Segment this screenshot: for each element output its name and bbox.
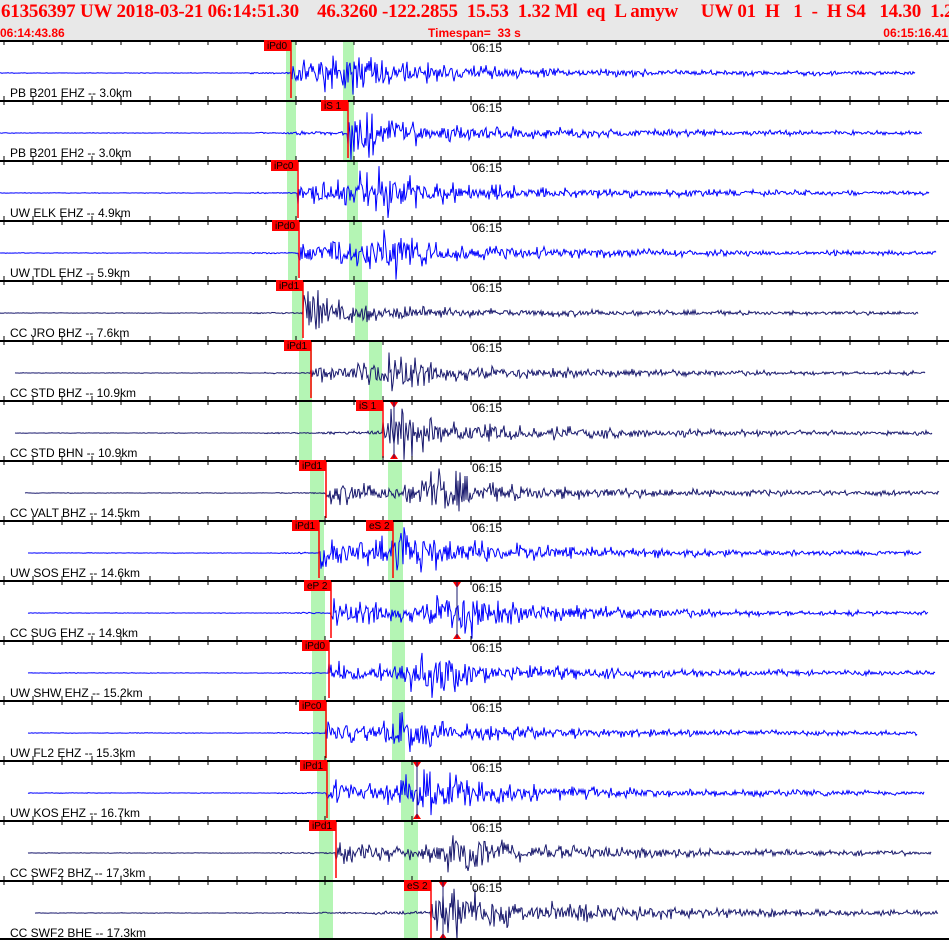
station-label: UW FL2 EHZ -- 15.3km [10, 746, 135, 760]
minute-label: 06:15 [472, 701, 502, 715]
station-label: CC STD BHN -- 10.9km [10, 446, 137, 460]
station-label: CC SWF2 BHZ -- 17.3km [10, 866, 145, 880]
station-row[interactable]: iS 1 06:15 PB B201 EH2 -- 3.0km [0, 96, 949, 160]
waveform-trace [14, 408, 933, 460]
start-time: 06:14:43.86 [0, 26, 65, 40]
waveform-trace [27, 711, 918, 753]
station-label: PB B201 EH2 -- 3.0km [10, 146, 131, 160]
minute-label: 06:15 [472, 341, 502, 355]
station-row[interactable]: iPd1 06:15 CC SWF2 BHZ -- 17.3km [0, 816, 949, 880]
waveform-trace [14, 352, 926, 392]
station-row[interactable]: iPc0 06:15 UW FL2 EHZ -- 15.3km [0, 696, 949, 760]
station-row[interactable]: iPd0 06:15 UW TDL EHZ -- 5.9km [0, 216, 949, 280]
event-header: 61356397 UW 2018-03-21 06:14:51.30 46.32… [0, 0, 949, 41]
minute-label: 06:15 [472, 281, 502, 295]
station-label: PB B201 EHZ -- 3.0km [10, 86, 132, 100]
station-row[interactable]: iPd1 06:15 CC JRO BHZ -- 7.6km [0, 276, 949, 340]
minute-label: 06:15 [472, 761, 502, 775]
waveform-trace [27, 835, 932, 873]
minute-label: 06:15 [472, 881, 502, 895]
pick-label[interactable]: iPd1 [279, 281, 299, 292]
pick-label[interactable]: iPd0 [275, 221, 295, 232]
end-time: 06:15:16.41 [883, 26, 948, 40]
minute-label: 06:15 [472, 101, 502, 115]
s-window [392, 702, 405, 760]
pick-label[interactable]: iPd1 [287, 341, 307, 352]
station-row[interactable]: iPd1 06:15CC VALT BHZ -- 14.5km [0, 456, 949, 520]
waveform-trace [0, 229, 937, 280]
waveform-trace [0, 290, 919, 330]
pick-label[interactable]: eS 2 [369, 521, 390, 532]
minute-label: 06:15 [472, 41, 502, 55]
station-label: UW SHW EHZ -- 15.2km [10, 686, 143, 700]
pick-label[interactable]: eS 2 [407, 881, 428, 892]
p-window [286, 102, 296, 160]
waveform-trace [27, 595, 929, 639]
station-label: UW ELK EHZ -- 4.9km [10, 206, 131, 220]
pick-label[interactable]: eP 2 [307, 581, 328, 592]
station-row[interactable]: iPd1 eS 2 06:15UW SOS EHZ -- 14.6km [0, 516, 949, 580]
pick-label[interactable]: iPd0 [267, 41, 287, 52]
station-label: CC SWF2 BHE -- 17.3km [10, 926, 146, 940]
pick-label[interactable]: iS 1 [324, 101, 342, 112]
waveform-trace [34, 888, 939, 940]
pick-label[interactable]: iPd1 [302, 461, 322, 472]
station-row[interactable]: eP 2 06:15 CC SUG EHZ -- 14.9km [0, 576, 949, 640]
station-row[interactable]: iS 1 06:15 CC STD BHN -- 10.9km [0, 396, 949, 460]
waveform-trace [27, 652, 936, 698]
minute-label: 06:15 [472, 641, 502, 655]
station-label: CC STD BHZ -- 10.9km [10, 386, 136, 400]
minute-label: 06:15 [472, 461, 502, 475]
event-summary: 61356397 UW 2018-03-21 06:14:51.30 46.32… [1, 1, 949, 22]
station-row[interactable]: iPd1 06:15 CC STD BHZ -- 10.9km [0, 336, 949, 400]
waveform-trace [0, 166, 930, 218]
minute-label: 06:15 [472, 581, 502, 595]
pick-label[interactable]: iPd1 [295, 521, 315, 532]
pick-label[interactable]: iPd1 [303, 761, 323, 772]
station-row[interactable]: iPd1 06:15UW KOS EHZ -- 16.7km [0, 756, 949, 820]
p-window [299, 402, 312, 460]
pick-label[interactable]: iPd0 [305, 641, 325, 652]
pick-label[interactable]: iPd1 [312, 821, 332, 832]
station-label: CC JRO BHZ -- 7.6km [10, 326, 129, 340]
waveform-trace [0, 112, 923, 160]
pick-label[interactable]: iS 1 [359, 401, 377, 412]
waveform-trace [0, 55, 916, 95]
station-label: CC SUG EHZ -- 14.9km [10, 626, 138, 640]
waveform-trace [27, 769, 925, 816]
seismogram-panel: iPd0 06:15 PB B201 EHZ -- 3.0km iS 1 06:15 PB… [0, 40, 949, 940]
minute-label: 06:15 [472, 221, 502, 235]
minute-label: 06:15 [472, 821, 502, 835]
pick-label[interactable]: iPc0 [274, 161, 294, 172]
minute-label: 06:15 [472, 521, 502, 535]
p-window [319, 882, 333, 940]
station-row[interactable]: iPd0 06:15 PB B201 EHZ -- 3.0km [0, 40, 949, 100]
station-row[interactable]: eS 2 06:15 CC SWF2 BHE -- 17.3km [0, 876, 949, 940]
pick-label[interactable]: iPc0 [302, 701, 322, 712]
station-row[interactable]: iPc0 06:15 UW ELK EHZ -- 4.9km [0, 156, 949, 220]
timespan: Timespan= 33 s [428, 26, 521, 40]
station-label: UW TDL EHZ -- 5.9km [10, 266, 130, 280]
station-row[interactable]: iPd0 06:15 UW SHW EHZ -- 15.2km [0, 636, 949, 700]
minute-label: 06:15 [472, 161, 502, 175]
minute-label: 06:15 [472, 401, 502, 415]
